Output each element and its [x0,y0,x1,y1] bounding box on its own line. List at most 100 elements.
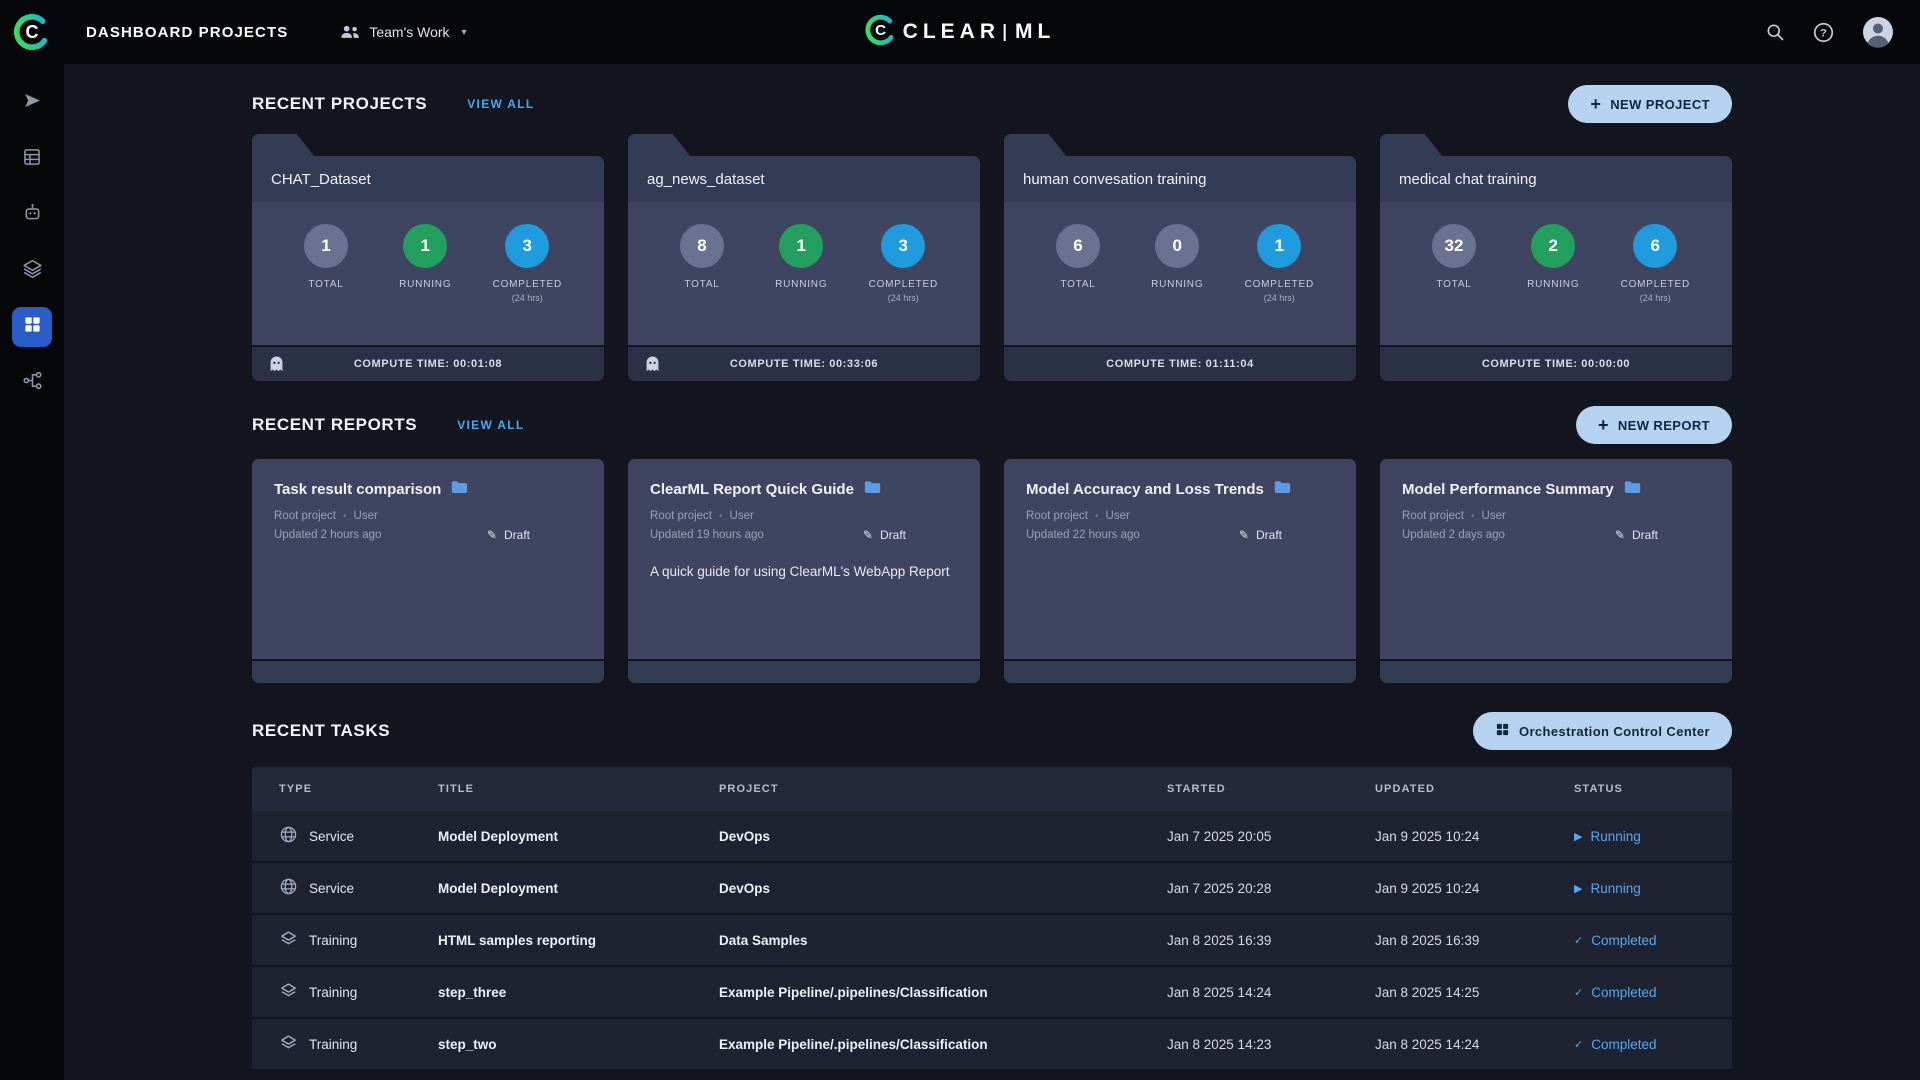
completed-count: 3 [881,224,926,268]
total-count: 6 [1056,224,1100,268]
project-card-stats: 1 TOTAL 1 RUNNING 3 COMPLETED (24 hrs) [252,202,604,345]
report-card[interactable]: Task result comparison Root projectUser … [252,459,604,683]
recent-projects-title: RECENT PROJECTS [252,94,428,113]
compute-time-bar: COMPUTE TIME: 00:01:08 [252,347,604,381]
stat-running: 1 RUNNING [769,224,833,345]
stat-total: 1 TOTAL [294,224,358,345]
sidebar-item-projects[interactable] [12,83,52,123]
reports-icon [22,147,42,172]
folder-icon [451,480,468,499]
projects-icon [22,90,43,116]
project-card[interactable]: CHAT_Dataset 1 TOTAL 1 RUNNING 3 COMPLET… [252,134,604,381]
check-icon: ✓ [1574,1038,1584,1051]
workspace-selector[interactable]: Team's Work ▾ [340,24,467,40]
layers-icon [22,258,43,284]
page-title: DASHBOARD PROJECTS [86,23,289,41]
project-card[interactable]: medical chat training 32 TOTAL 2 RUNNING… [1380,134,1732,381]
task-row[interactable]: Training HTML samples reporting Data Sam… [252,915,1732,967]
plus-icon: + [1590,94,1602,114]
robot-icon [22,202,43,228]
report-card-footer [252,661,604,683]
report-card[interactable]: ClearML Report Quick Guide Root projectU… [628,459,980,683]
clearml-wordmark-icon: C [865,14,897,51]
recent-tasks-header: RECENT TASKS Orchestration Control Cente… [252,711,1732,751]
report-card-footer [628,661,980,683]
clearml-logo[interactable]: C [0,0,64,64]
stat-running: 2 RUNNING [1521,224,1585,345]
running-count: 1 [779,224,824,268]
report-title: Task result comparison [274,481,442,498]
svg-text:C: C [25,22,38,42]
top-bar: C DASHBOARD PROJECTS Team's Work ▾ C CLE… [0,0,1920,64]
stat-total: 6 TOTAL [1046,224,1110,345]
training-icon [279,1033,298,1055]
task-row[interactable]: Service Model Deployment DevOps Jan 7 20… [252,863,1732,915]
task-row[interactable]: Service Model Deployment DevOps Jan 7 20… [252,811,1732,863]
project-card-stats: 6 TOTAL 0 RUNNING 1 COMPLETED (24 hrs) [1004,202,1356,345]
report-description: A quick guide for using ClearML's WebApp… [650,564,950,579]
service-icon [279,825,298,847]
report-card-footer [1004,661,1356,683]
service-icon [279,877,298,899]
main-content: RECENT PROJECTS VIEW ALL + NEW PROJECT C… [64,64,1920,1080]
project-card[interactable]: human convesation training 6 TOTAL 0 RUN… [1004,134,1356,381]
clearml-wordmark: C CLEAR ML [865,14,1056,51]
draft-badge: ✎ Draft [1614,528,1658,542]
new-report-button[interactable]: + NEW REPORT [1575,406,1732,444]
team-icon [340,24,360,40]
pencil-icon: ✎ [862,528,873,542]
total-count: 8 [680,224,724,268]
status-badge: ▶ Running [1574,880,1641,896]
folder-icon [864,480,881,499]
new-project-button[interactable]: + NEW PROJECT [1568,85,1732,123]
report-title: Model Accuracy and Loss Trends [1026,481,1264,498]
report-updated: Updated 19 hours ago [650,529,764,541]
svg-text:?: ? [1820,27,1827,39]
project-card-stats: 8 TOTAL 1 RUNNING 3 COMPLETED (24 hrs) [628,202,980,345]
stat-completed: 3 COMPLETED (24 hrs) [869,224,938,345]
folder-tab [1004,134,1066,156]
sidebar-item-reports[interactable] [12,139,52,179]
left-sidebar [0,64,64,1080]
plus-icon: + [1597,415,1609,435]
stat-completed: 6 COMPLETED (24 hrs) [1621,224,1690,345]
report-meta: Root projectUser [650,510,958,522]
report-meta: Root projectUser [274,510,582,522]
search-icon[interactable] [1765,22,1785,42]
completed-count: 1 [1257,224,1302,268]
help-icon[interactable]: ? [1813,22,1834,43]
ghost-icon [267,355,286,374]
report-card[interactable]: Model Performance Summary Root projectUs… [1380,459,1732,683]
total-count: 32 [1432,224,1476,268]
running-icon: ▶ [1574,882,1583,895]
sidebar-item-pipelines[interactable] [12,363,52,403]
folder-icon [1274,480,1291,499]
completed-count: 3 [505,224,550,268]
projects-view-all-link[interactable]: VIEW ALL [467,97,534,111]
sidebar-item-workers[interactable] [12,195,52,235]
task-row[interactable]: Training step_two Example Pipeline/.pipe… [252,1019,1732,1071]
stat-total: 8 TOTAL [670,224,734,345]
pencil-icon: ✎ [486,528,497,542]
folder-tab [628,134,690,156]
recent-reports-header: RECENT REPORTS VIEW ALL + NEW REPORT [252,405,1732,445]
check-icon: ✓ [1574,934,1584,947]
table-header: TYPE TITLE PROJECT STARTED UPDATED STATU… [252,767,1732,811]
task-row[interactable]: Training step_three Example Pipeline/.pi… [252,967,1732,1019]
project-card[interactable]: ag_news_dataset 8 TOTAL 1 RUNNING 3 COMP… [628,134,980,381]
report-meta: Root projectUser [1402,510,1710,522]
reports-view-all-link[interactable]: VIEW ALL [457,418,524,432]
status-badge: ✓ Completed [1574,984,1657,1000]
wordmark-ml: ML [1015,20,1056,43]
avatar[interactable] [1862,16,1894,48]
running-count: 0 [1155,224,1200,268]
total-count: 1 [304,224,348,268]
orchestration-control-center-button[interactable]: Orchestration Control Center [1472,712,1732,750]
report-updated: Updated 22 hours ago [1026,529,1140,541]
sidebar-item-applications[interactable] [12,307,52,347]
sidebar-item-datasets[interactable] [12,251,52,291]
topbar-actions: ? [1765,16,1920,48]
folder-tab [1380,134,1442,156]
pipelines-icon [22,370,43,396]
report-card[interactable]: Model Accuracy and Loss Trends Root proj… [1004,459,1356,683]
